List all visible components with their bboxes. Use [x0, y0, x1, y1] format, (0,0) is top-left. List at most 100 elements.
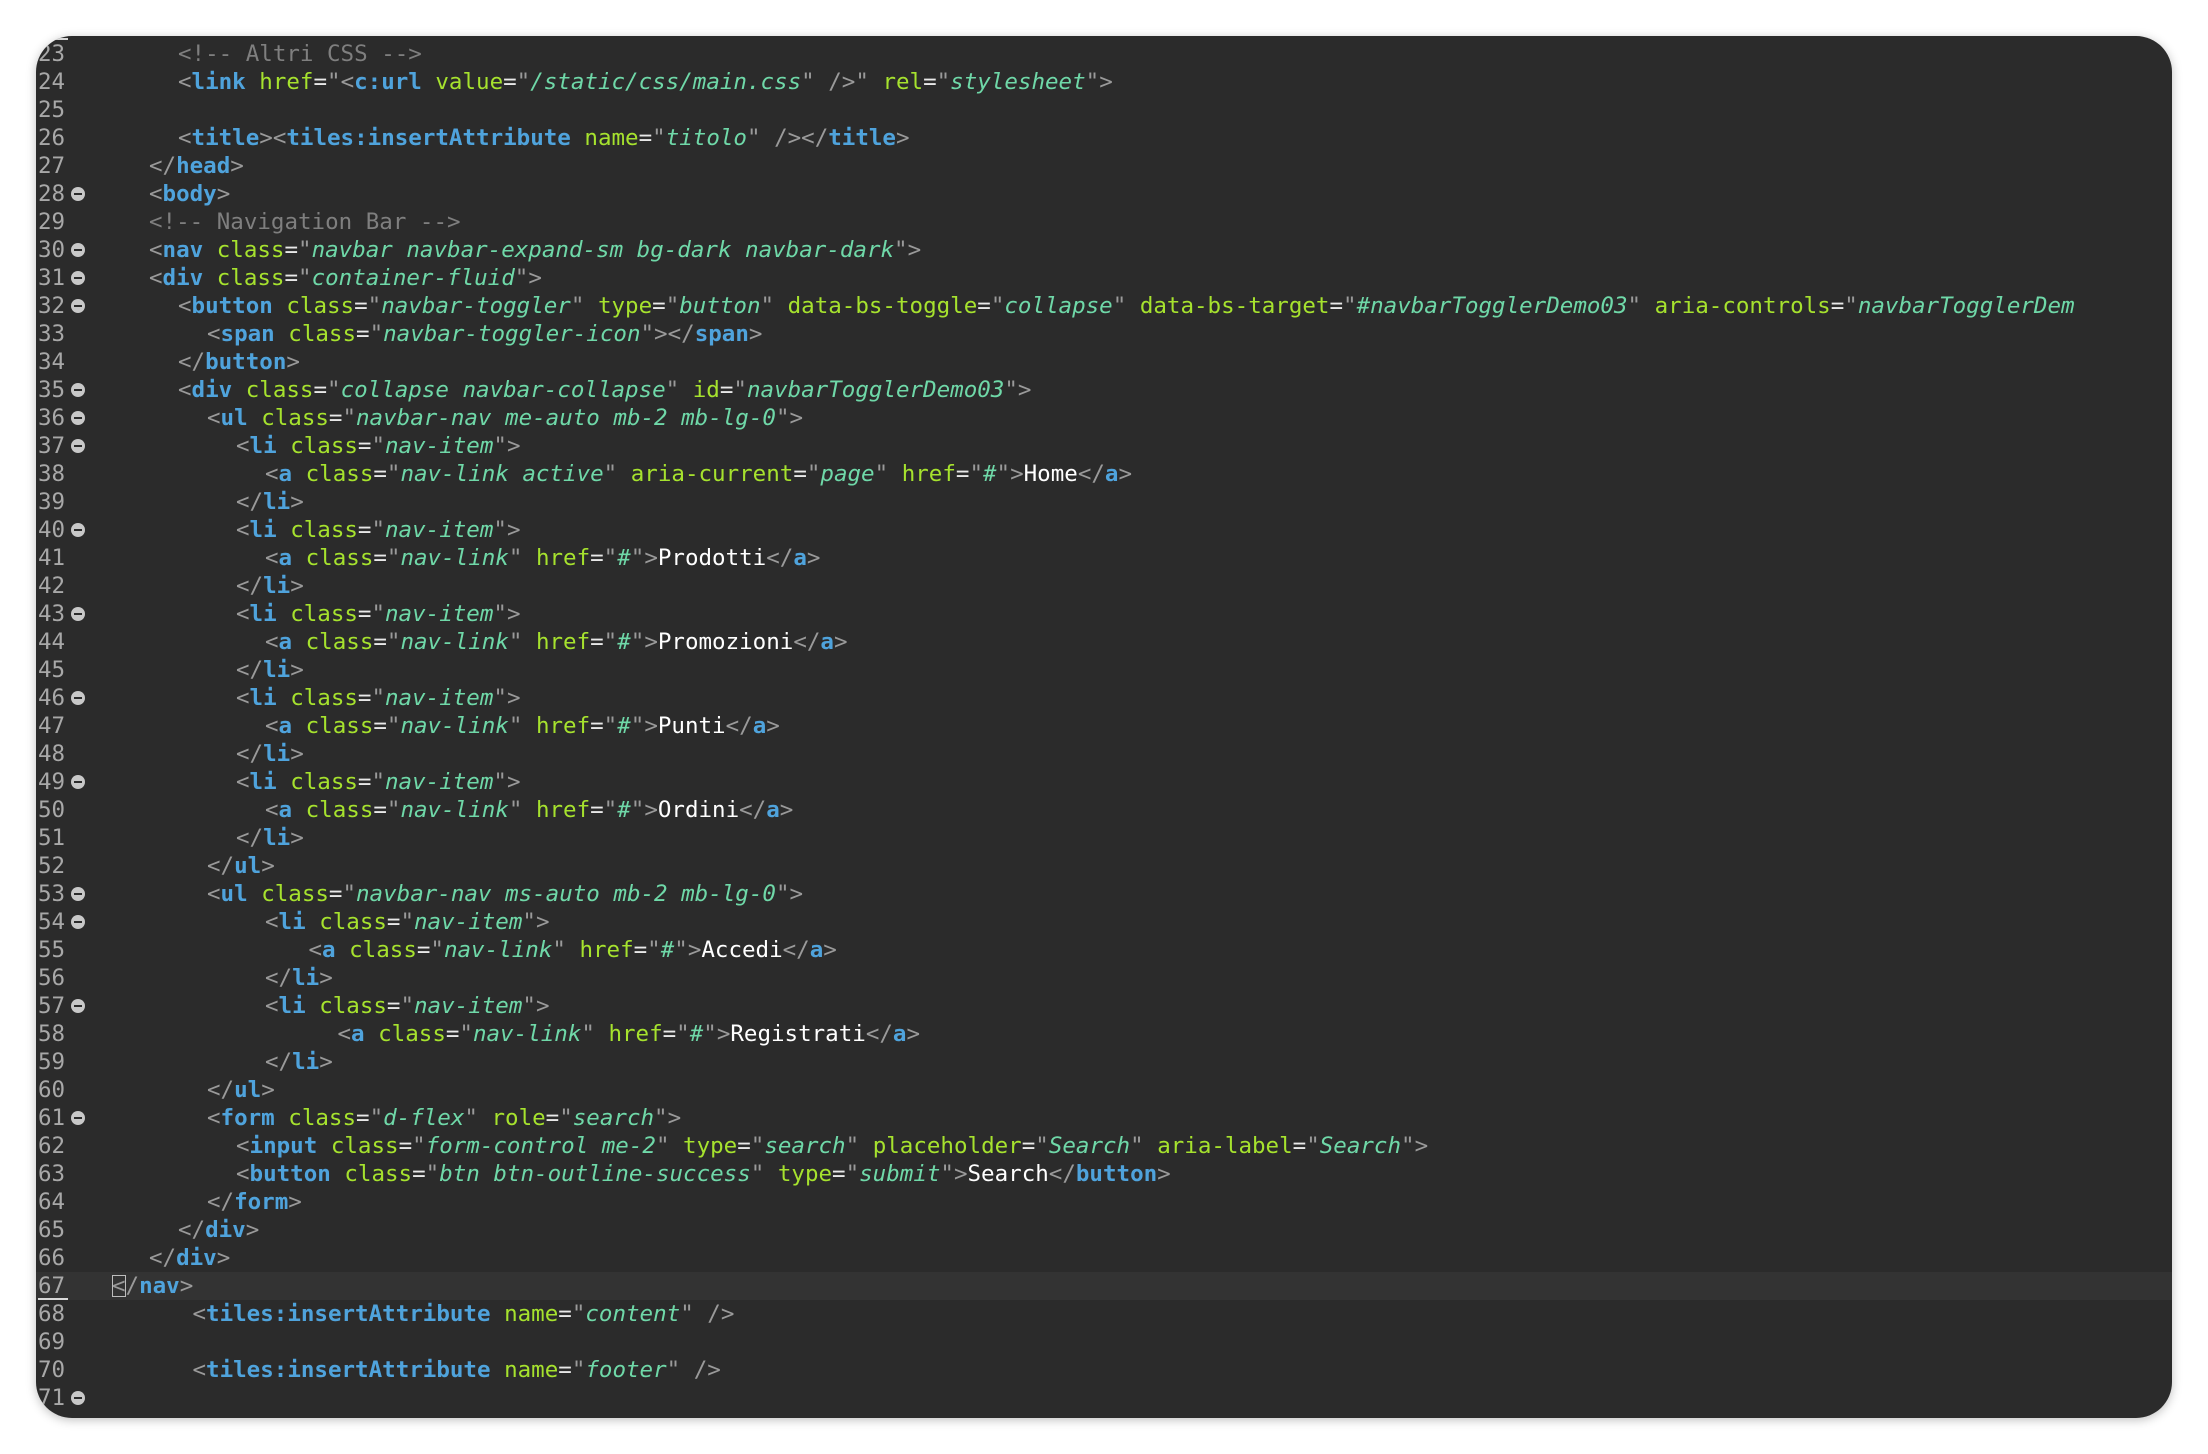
code-line[interactable]: 47 <a class="nav-link" href="#">Punti</a> [36, 712, 2172, 740]
code-line[interactable]: 70 <tiles:insertAttribute name="footer" /… [36, 1356, 2172, 1384]
code-line[interactable]: 27 </head> [36, 152, 2172, 180]
code-token: Punti [657, 713, 726, 739]
code-token: < [178, 377, 192, 403]
code-token: " [603, 797, 618, 823]
code-token: navbar navbar-expand-sm bg-dark navbar-d… [311, 237, 895, 263]
code-line[interactable]: 62 <input class="form-control me-2" type=… [36, 1132, 2172, 1160]
code-line[interactable]: 59 </li> [36, 1048, 2172, 1076]
code-token: </ [236, 489, 264, 515]
fold-toggle-icon[interactable] [71, 243, 85, 257]
code-line[interactable]: 29 <!-- Navigation Bar --> [36, 208, 2172, 236]
code-line[interactable]: 42 </li> [36, 572, 2172, 600]
code-line[interactable]: 23 <!-- Altri CSS --> [36, 40, 2172, 68]
code-line[interactable]: 48 </li> [36, 740, 2172, 768]
code-line[interactable]: 24 <link href="<c:url value="/static/css/… [36, 68, 2172, 96]
code-token: = [590, 713, 604, 739]
code-line[interactable]: 67 </nav> [36, 1272, 2172, 1300]
code-line[interactable]: 46 <li class="nav-item"> [36, 684, 2172, 712]
fold-toggle-icon[interactable] [71, 271, 85, 285]
code-token: #navbarTogglerDemo03 [1356, 293, 1628, 319]
code-line[interactable]: 68 <tiles:insertAttribute name="content" … [36, 1300, 2172, 1328]
code-line[interactable]: 66 </div> [36, 1244, 2172, 1272]
code-token: aria-label [1157, 1133, 1293, 1159]
code-line[interactable]: 58 <a class="nav-link" href="#">Registrat… [36, 1020, 2172, 1048]
fold-toggle-icon[interactable] [71, 383, 85, 397]
code-line[interactable]: 49 <li class="nav-item"> [36, 768, 2172, 796]
code-token: = [662, 1021, 677, 1047]
code-line[interactable]: 30 <nav class="navbar navbar-expand-sm bg… [36, 236, 2172, 264]
code-token: a [1104, 461, 1119, 487]
code-line[interactable]: 36 <ul class="navbar-nav me-auto mb-2 mb-… [36, 404, 2172, 432]
code-line[interactable]: 31 <div class="container-fluid"> [36, 264, 2172, 292]
code-line[interactable]: 57 <li class="nav-item"> [36, 992, 2172, 1020]
fold-toggle-icon[interactable] [71, 299, 85, 313]
code-line[interactable]: 43 <li class="nav-item"> [36, 600, 2172, 628]
code-token: </ [207, 853, 235, 879]
code-line[interactable]: 26 <title><tiles:insertAttribute name="ti… [36, 124, 2172, 152]
code-line[interactable]: 64 </form> [36, 1188, 2172, 1216]
code-line[interactable]: 35 <div class="collapse navbar-collapse" … [36, 376, 2172, 404]
fold-toggle-icon[interactable] [71, 887, 85, 901]
fold-toggle-icon[interactable] [71, 187, 85, 201]
code-token: = [328, 405, 343, 431]
code-line[interactable]: 65 </div> [36, 1216, 2172, 1244]
fold-toggle-icon[interactable] [71, 607, 85, 621]
fold-toggle-icon[interactable] [71, 1391, 85, 1405]
fold-toggle-icon[interactable] [71, 411, 85, 425]
code-line[interactable]: 60 </ul> [36, 1076, 2172, 1104]
code-line[interactable]: 41 <a class="nav-link" href="#">Prodotti<… [36, 544, 2172, 572]
code-line[interactable]: 45 </li> [36, 656, 2172, 684]
fold-toggle-icon[interactable] [71, 999, 85, 1013]
code-token: > [1010, 461, 1024, 487]
code-line[interactable]: 55 <a class="nav-link" href="#">Accedi</a… [36, 936, 2172, 964]
code-line[interactable]: 25 [36, 96, 2172, 124]
code-line[interactable]: 61 <form class="d-flex" role="search"> [36, 1104, 2172, 1132]
code-line[interactable]: 44 <a class="nav-link" href="#">Promozion… [36, 628, 2172, 656]
code-line[interactable]: 51 </li> [36, 824, 2172, 852]
fold-toggle-icon[interactable] [71, 1111, 85, 1125]
fold-toggle-icon[interactable] [71, 439, 85, 453]
code-line[interactable]: 71 [36, 1384, 2172, 1412]
code-token: # [617, 797, 631, 823]
code-editor[interactable]: 23 <!-- Altri CSS --> 24 <link href="<c:url… [36, 38, 2172, 1418]
fold-toggle-icon[interactable] [71, 523, 85, 537]
code-line[interactable]: 53 <ul class="navbar-nav ms-auto mb-2 mb-… [36, 880, 2172, 908]
code-line[interactable]: 37 <li class="nav-item"> [36, 432, 2172, 460]
fold-toggle-icon[interactable] [71, 915, 85, 929]
code-token: " [386, 545, 401, 571]
code-token: </ [782, 937, 810, 963]
code-token: nav-link [472, 1021, 582, 1047]
code-line[interactable]: 56 </li> [36, 964, 2172, 992]
code-line[interactable]: 63 <button class="btn btn-outline-success… [36, 1160, 2172, 1188]
code-content: <a class="nav-link" href="#">Accedi</a> [309, 936, 837, 964]
code-line[interactable]: 52 </ul> [36, 852, 2172, 880]
code-line[interactable]: 40 <li class="nav-item"> [36, 516, 2172, 544]
code-line[interactable]: 38 <a class="nav-link active" aria-curren… [36, 460, 2172, 488]
code-line[interactable]: 28 <body> [36, 180, 2172, 208]
code-line[interactable]: 50 <a class="nav-link" href="#">Ordini</a… [36, 796, 2172, 824]
code-line[interactable]: 33 <span class="navbar-toggler-icon"></sp… [36, 320, 2172, 348]
fold-toggle-icon[interactable] [71, 691, 85, 705]
code-line[interactable]: 39 </li> [36, 488, 2172, 516]
code-line[interactable]: 69 [36, 1328, 2172, 1356]
code-line[interactable]: 34 </button> [36, 348, 2172, 376]
code-line[interactable]: 54 <li class="nav-item"> [36, 908, 2172, 936]
code-line[interactable]: 32 <button class="navbar-toggler" type="b… [36, 292, 2172, 320]
code-token: name [504, 1357, 559, 1383]
code-token: nav-item [385, 517, 494, 543]
code-content: <a class="nav-link" href="#">Punti</a> [265, 712, 780, 740]
code-token: " [570, 293, 585, 319]
fold-toggle-icon[interactable] [71, 775, 85, 789]
code-token: class [305, 461, 374, 487]
code-token: " [522, 993, 536, 1019]
code-token: nav-item [385, 433, 494, 459]
